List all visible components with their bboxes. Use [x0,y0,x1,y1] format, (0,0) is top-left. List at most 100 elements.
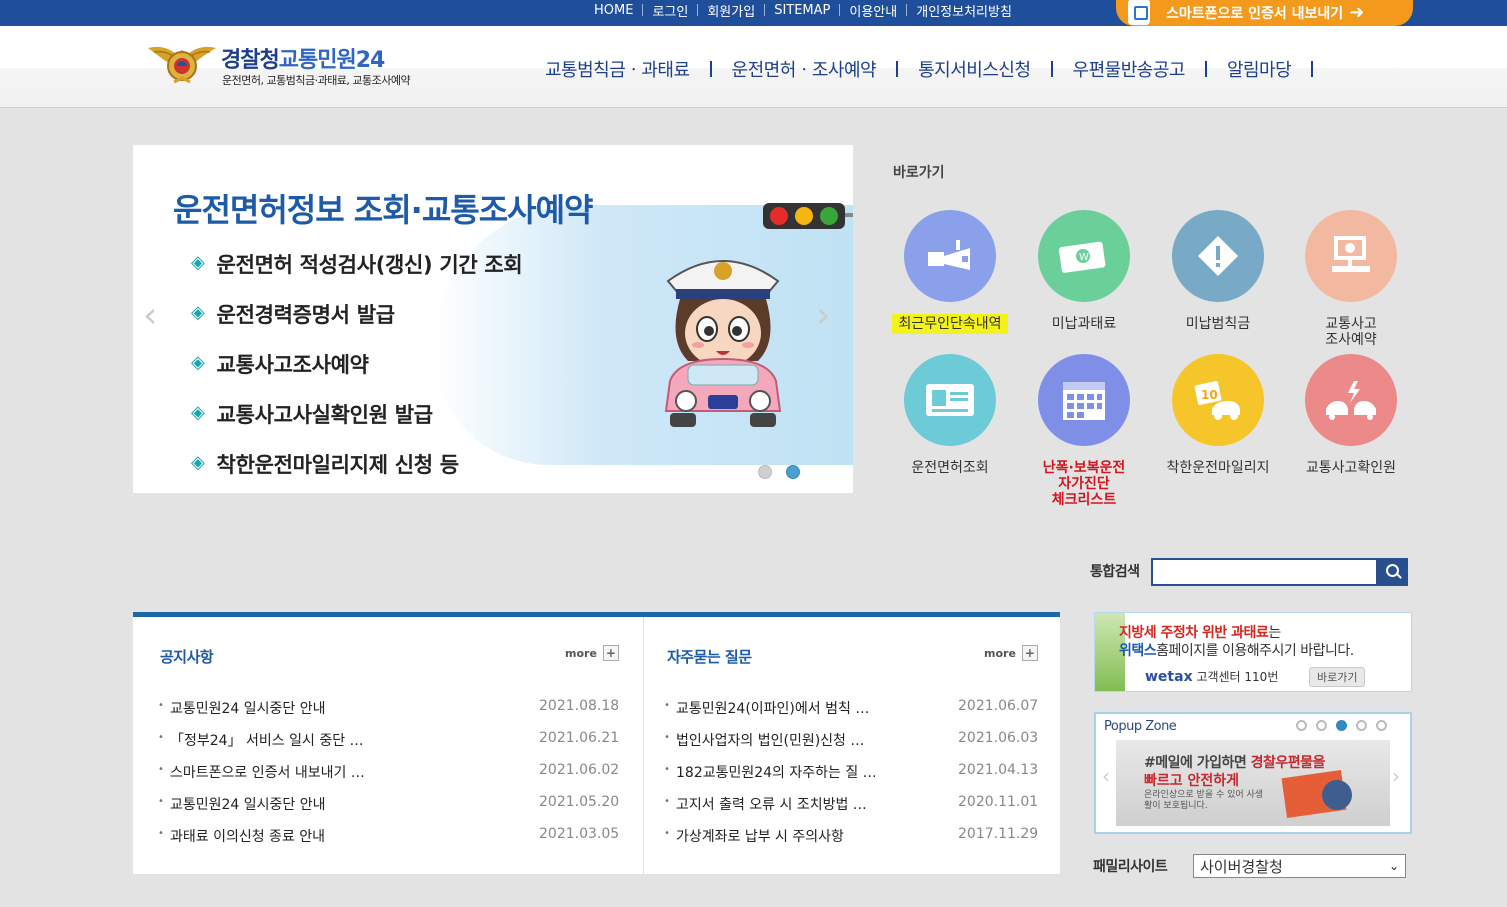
license-card-icon [904,354,996,446]
popup-dot-4[interactable] [1356,720,1367,731]
quick-good-driving-mileage[interactable]: 10 착한운전마일리지 [1153,354,1283,476]
list-item[interactable]: • 교통민원24 일시중단 안내 2021.08.18 [158,698,619,730]
nav-returned-mail[interactable]: 우편물반송공고 [1063,56,1195,82]
police-mascot-illustration [664,260,782,427]
quick-recent-enforcement[interactable]: 최근무인단속내역 [885,210,1015,334]
banner-dot-1[interactable] [758,465,772,479]
quick-unpaid-penalty[interactable]: 미납범칙금 [1153,210,1283,332]
quick-label: 운전면허조회 [911,460,989,476]
popup-banner-image[interactable]: #메일에 가입하면 경찰우편물을 빠르고 안전하게 온라인상으로 받을 수 있어… [1116,740,1390,826]
main-nav: 교통범칙금ㆍ과태료 운전면허ㆍ조사예약 통지서비스신청 우편물반송공고 알림마당 [535,56,1323,82]
popup-pagination [1296,720,1387,731]
list-item[interactable]: • 교통민원24(이파인)에서 범칙 … 2021.06.07 [664,698,1038,730]
wetax-banner[interactable]: 지방세 주정차 위반 과태료는 위택스홈페이지를 이용해주시기 바랍니다. we… [1094,612,1412,692]
arrow-right-icon: ➜ [1349,1,1365,23]
banner-item: ◈ 교통사고조사예약 [191,352,369,377]
family-site-select[interactable]: 사이버경찰청 ⌄ [1193,854,1406,878]
banner-list: ◈ 운전면허 적성검사(갱신) 기간 조회 ◈ 운전경력증명서 발급 ◈ 교통사고조사… [191,249,523,493]
popup-dot-5[interactable] [1376,720,1387,731]
signup-link[interactable]: 회원가입 [698,1,764,20]
svg-text:10: 10 [1201,388,1218,402]
sitemap-link[interactable]: SITEMAP [765,3,839,18]
car-crash-icon [1305,354,1397,446]
list-item[interactable]: • 182교통민원24의 자주하는 질 … 2021.04.13 [664,762,1038,794]
integrated-search-label: 통합검색 [1090,564,1140,580]
plus-icon: + [602,645,619,661]
list-item[interactable]: • 과태료 이의신청 종료 안내 2021.03.05 [158,826,619,858]
popup-zone-title: Popup Zone [1104,719,1177,734]
utility-links: HOME 로그인 회원가입 SITEMAP 이용안내 개인정보처리방침 [585,0,1021,20]
list-item[interactable]: • 「정부24」 서비스 일시 중단 … 2021.06.21 [158,730,619,762]
site-logo[interactable]: 경찰청교통민원24 운전면허, 교통범칙금·과태료, 교통조사예약 [146,40,436,88]
list-item[interactable]: • 교통민원24 일시중단 안내 2021.05.20 [158,794,619,826]
quick-label: 교통사고 조사예약 [1325,316,1377,348]
popup-dot-1[interactable] [1296,720,1307,731]
guide-link[interactable]: 이용안내 [840,1,906,20]
banner-dot-2[interactable] [786,465,800,479]
faq-title: 자주묻는 질문 [667,648,752,666]
wetax-logo: wetax [1145,669,1193,685]
login-link[interactable]: 로그인 [643,1,697,20]
popup-dot-2[interactable] [1316,720,1327,731]
faq-more-button[interactable]: more + [984,645,1038,661]
header: 경찰청교통민원24 운전면허, 교통범칙금·과태료, 교통조사예약 교통범칙금ㆍ… [0,26,1507,108]
quick-label: 최근무인단속내역 [892,314,1008,334]
family-site-selected: 사이버경찰청 [1200,857,1283,876]
notice-more-button[interactable]: more + [565,645,619,661]
search-input[interactable] [1151,558,1378,586]
logo-title: 경찰청교통민원24 [221,48,385,73]
popup-dot-3[interactable] [1336,720,1347,731]
privacy-link[interactable]: 개인정보처리방침 [907,1,1021,20]
banner-item: ◈ 운전경력증명서 발급 [191,302,395,327]
nav-notification[interactable]: 통지서비스신청 [908,56,1040,82]
nav-license[interactable]: 운전면허ㆍ조사예약 [722,56,887,82]
smartphone-icon [1128,0,1150,25]
quick-reckless-driving-checklist[interactable]: 난폭·보복운전 자가진단 체크리스트 [1019,354,1149,508]
home-link[interactable]: HOME [585,3,642,18]
banner-next-arrow[interactable]: › [816,295,830,336]
svg-text:W: W [1079,252,1089,263]
quick-label: 착한운전마일리지 [1166,460,1270,476]
export-certificate-button[interactable]: 스마트폰으로 인증서 내보내기 ➜ [1116,0,1413,26]
faq-section: 자주묻는 질문 more + • 교통민원24(이파인)에서 범칙 … 2021.06… [644,617,1060,874]
popup-zone: Popup Zone ‹ #메일에 가입하면 경찰우편물을 빠르고 안전하게 온… [1094,712,1412,834]
notice-title: 공지사항 [160,648,214,666]
export-certificate-label: 스마트폰으로 인증서 내보내기 [1166,6,1344,22]
nav-fines[interactable]: 교통범칙금ㆍ과태료 [535,56,700,82]
family-site-label: 패밀리사이트 [1093,859,1168,875]
quick-label: 난폭·보복운전 자가진단 체크리스트 [1042,460,1126,508]
quick-label: 교통사고확인원 [1305,460,1397,476]
popup-prev-arrow[interactable]: ‹ [1102,764,1110,788]
quick-license-lookup[interactable]: 운전면허조회 [885,354,1015,476]
mileage-car-icon: 10 [1172,354,1264,446]
list-item[interactable]: • 스마트폰으로 인증서 내보내기 … 2021.06.02 [158,762,619,794]
banner-item: ◈ 착한운전마일리지제 신청 등 [191,452,459,477]
main-banner[interactable]: 운전면허정보 조회·교통조사예약 ◈ 운전면허 적성검사(갱신) 기간 조회 ◈ 운… [133,145,853,493]
faq-list: • 교통민원24(이파인)에서 범칙 … 2021.06.07 • 법인사업자의 법인… [664,698,1038,858]
quick-accident-reservation[interactable]: 교통사고 조사예약 [1286,210,1416,348]
quick-accident-confirmation[interactable]: 교통사고확인원 [1286,354,1416,476]
chevron-down-icon: ⌄ [1388,859,1399,873]
computer-icon [1305,210,1397,302]
list-item[interactable]: • 법인사업자의 법인(민원)신청 … 2021.06.03 [664,730,1038,762]
nav-notice-board[interactable]: 알림마당 [1217,56,1301,82]
search-button[interactable] [1378,558,1408,586]
quick-unpaid-fine[interactable]: W 미납과태료 [1019,210,1149,332]
board-panel: 공지사항 more + • 교통민원24 일시중단 안내 2021.08.18 • 「정… [133,612,1060,874]
police-emblem-icon [148,46,216,84]
top-bar: HOME 로그인 회원가입 SITEMAP 이용안내 개인정보처리방침 스마트폰… [0,0,1507,26]
camera-icon [904,210,996,302]
list-item[interactable]: • 고지서 출력 오류 시 조치방법 … 2020.11.01 [664,794,1038,826]
banner-prev-arrow[interactable]: ‹ [143,295,157,336]
plus-icon: + [1021,645,1038,661]
traffic-light-icon [763,203,845,229]
quick-label: 미납과태료 [1051,316,1117,332]
banner-pagination [758,465,800,479]
banner-item: ◈ 운전면허 적성검사(갱신) 기간 조회 [191,252,523,277]
list-item[interactable]: • 가상계좌로 납부 시 주의사항 2017.11.29 [664,826,1038,858]
wetax-go-button[interactable]: 바로가기 [1309,667,1366,687]
warning-icon [1172,210,1264,302]
quick-links-title: 바로가기 [893,165,945,181]
calendar-check-icon [1038,354,1130,446]
popup-next-arrow[interactable]: › [1392,764,1400,788]
